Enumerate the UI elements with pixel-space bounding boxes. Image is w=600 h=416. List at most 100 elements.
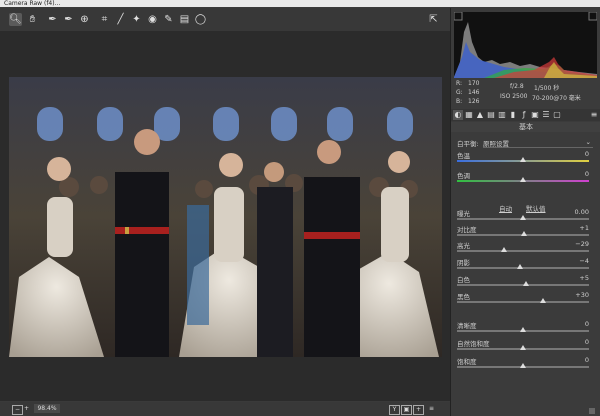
- auto-button[interactable]: 自动: [499, 203, 512, 213]
- radial-filter-icon[interactable]: ◯: [194, 13, 207, 26]
- slider-value[interactable]: 0: [585, 338, 589, 346]
- tab-presets[interactable]: ☰: [541, 110, 551, 120]
- slider-label: 饱和度: [457, 358, 477, 366]
- zoom-level[interactable]: 98.4%: [34, 404, 60, 413]
- zoom-in-icon[interactable]: +: [22, 405, 31, 413]
- b-label: B:: [456, 98, 463, 105]
- slider-value[interactable]: 0.00: [575, 208, 589, 216]
- slider-thumb[interactable]: [520, 215, 526, 220]
- slider-label: 色温: [457, 152, 470, 160]
- r-label: R:: [456, 80, 463, 87]
- slider-track[interactable]: [457, 264, 589, 269]
- panel-tabs: ◐ ▦ ▲ ▤ ▥ ▮ ƒ ▣ ☰ ▢ ≡: [451, 109, 600, 121]
- slider-value[interactable]: +30: [575, 291, 589, 299]
- tab-basic[interactable]: ◐: [453, 110, 463, 120]
- preferences-icon[interactable]: ≡: [427, 405, 436, 413]
- slider-thumb[interactable]: [523, 281, 530, 286]
- slider-value[interactable]: +5: [579, 274, 589, 282]
- slider-value[interactable]: −29: [575, 240, 589, 248]
- photo-preview[interactable]: [9, 77, 442, 357]
- tab-hsl[interactable]: ▤: [486, 110, 496, 120]
- slider-track[interactable]: [457, 177, 589, 182]
- slider-thumb[interactable]: [520, 157, 526, 162]
- tab-snapshots[interactable]: ▢: [552, 110, 562, 120]
- graduated-filter-icon[interactable]: ▤: [178, 13, 191, 26]
- wb-dropdown[interactable]: 原照设置 ⌄: [483, 138, 593, 148]
- swap-settings-icon[interactable]: ▣: [401, 405, 412, 415]
- shutter: 1/500 秒: [534, 85, 560, 92]
- adjustment-brush-icon[interactable]: ✎: [162, 13, 175, 26]
- pixel-readout: R: 170 G: 146 B: 126 f/2.8 1/500 秒 ISO 2…: [454, 80, 597, 108]
- copy-settings-icon[interactable]: +: [413, 405, 424, 415]
- slider-value[interactable]: 0: [585, 320, 589, 328]
- hand-icon[interactable]: ✋︎: [26, 13, 39, 26]
- slider-label: 清晰度: [457, 322, 477, 330]
- slider-track[interactable]: [457, 247, 589, 252]
- tab-effects[interactable]: ƒ: [519, 110, 529, 120]
- slider-track[interactable]: [457, 215, 589, 220]
- straighten-icon[interactable]: ╱: [114, 13, 127, 26]
- wb-value: 原照设置: [483, 140, 509, 148]
- red-eye-icon[interactable]: ◉: [146, 13, 159, 26]
- b-value: 126: [468, 98, 480, 105]
- resize-grip[interactable]: [589, 408, 595, 414]
- target-adjust-icon[interactable]: ⊕: [78, 13, 91, 26]
- slider-track[interactable]: [457, 327, 589, 332]
- spot-removal-icon[interactable]: ✦: [130, 13, 143, 26]
- slider-value[interactable]: +1: [579, 224, 589, 232]
- slider-track[interactable]: [457, 363, 589, 368]
- color-sampler-icon[interactable]: ✒: [62, 13, 75, 26]
- tab-lens[interactable]: ▮: [508, 110, 518, 120]
- adjustments-panel: R: 170 G: 146 B: 126 f/2.8 1/500 秒 ISO 2…: [450, 8, 600, 416]
- slider-thumb[interactable]: [517, 264, 524, 269]
- slider-label: 对比度: [457, 226, 477, 234]
- tab-camera-calibration[interactable]: ▣: [530, 110, 540, 120]
- g-label: G:: [456, 89, 463, 96]
- slider-track[interactable]: [457, 281, 589, 286]
- slider-thumb[interactable]: [520, 231, 527, 236]
- before-after-y-icon[interactable]: Y: [389, 405, 400, 415]
- slider-value[interactable]: −4: [579, 257, 589, 265]
- default-button[interactable]: 默认值: [526, 203, 546, 213]
- slider-thumb[interactable]: [520, 345, 526, 350]
- white-balance-row: 白平衡: 原照设置 ⌄: [457, 138, 593, 148]
- panel-menu-icon[interactable]: ≡: [589, 110, 599, 120]
- slider-label: 白色: [457, 276, 470, 284]
- iso: ISO 2500: [500, 93, 528, 100]
- slider-label: 阴影: [457, 259, 470, 267]
- white-balance-icon[interactable]: ✒: [46, 13, 59, 26]
- crop-icon[interactable]: ⌗: [98, 13, 111, 26]
- slider-track[interactable]: [457, 231, 589, 236]
- slider-label: 自然饱和度: [457, 340, 490, 348]
- slider-label: 色调: [457, 172, 470, 180]
- slider-label: 曝光: [457, 210, 470, 218]
- chevron-down-icon: ⌄: [585, 138, 591, 146]
- zoom-icon[interactable]: 🔍︎: [9, 13, 22, 26]
- slider-label: 高光: [457, 242, 470, 250]
- slider-value[interactable]: 0: [585, 170, 589, 178]
- wb-label: 白平衡:: [457, 140, 479, 148]
- r-value: 170: [468, 80, 480, 87]
- slider-track[interactable]: [457, 298, 589, 303]
- slider-thumb[interactable]: [520, 327, 526, 332]
- window-title: Camera Raw (f4)…: [4, 0, 61, 7]
- fullscreen-icon[interactable]: ⇱: [427, 13, 440, 26]
- slider-thumb[interactable]: [539, 298, 546, 303]
- slider-label: 黑色: [457, 293, 470, 301]
- toolbar: 🔍︎ ✋︎ ✒ ✒ ⊕ ⌗ ╱ ✦ ◉ ✎ ▤ ◯ ⇱: [0, 8, 450, 31]
- aperture: f/2.8: [510, 83, 524, 90]
- slider-value[interactable]: 0: [585, 356, 589, 364]
- slider-thumb[interactable]: [520, 177, 526, 182]
- tab-tone-curve[interactable]: ▦: [464, 110, 474, 120]
- tab-detail[interactable]: ▲: [475, 110, 485, 120]
- slider-thumb[interactable]: [500, 247, 507, 252]
- panel-title: 基本: [451, 122, 600, 132]
- slider-thumb[interactable]: [520, 363, 526, 368]
- tab-split-toning[interactable]: ▥: [497, 110, 507, 120]
- slider-track[interactable]: [457, 345, 589, 350]
- slider-value[interactable]: 0: [585, 150, 589, 158]
- slider-track[interactable]: [457, 157, 589, 162]
- window-titlebar: Camera Raw (f4)…: [0, 0, 600, 7]
- status-bar: − + 98.4% Y ▣ + ≡: [0, 402, 450, 416]
- lens: 70-200@70 毫米: [532, 95, 581, 102]
